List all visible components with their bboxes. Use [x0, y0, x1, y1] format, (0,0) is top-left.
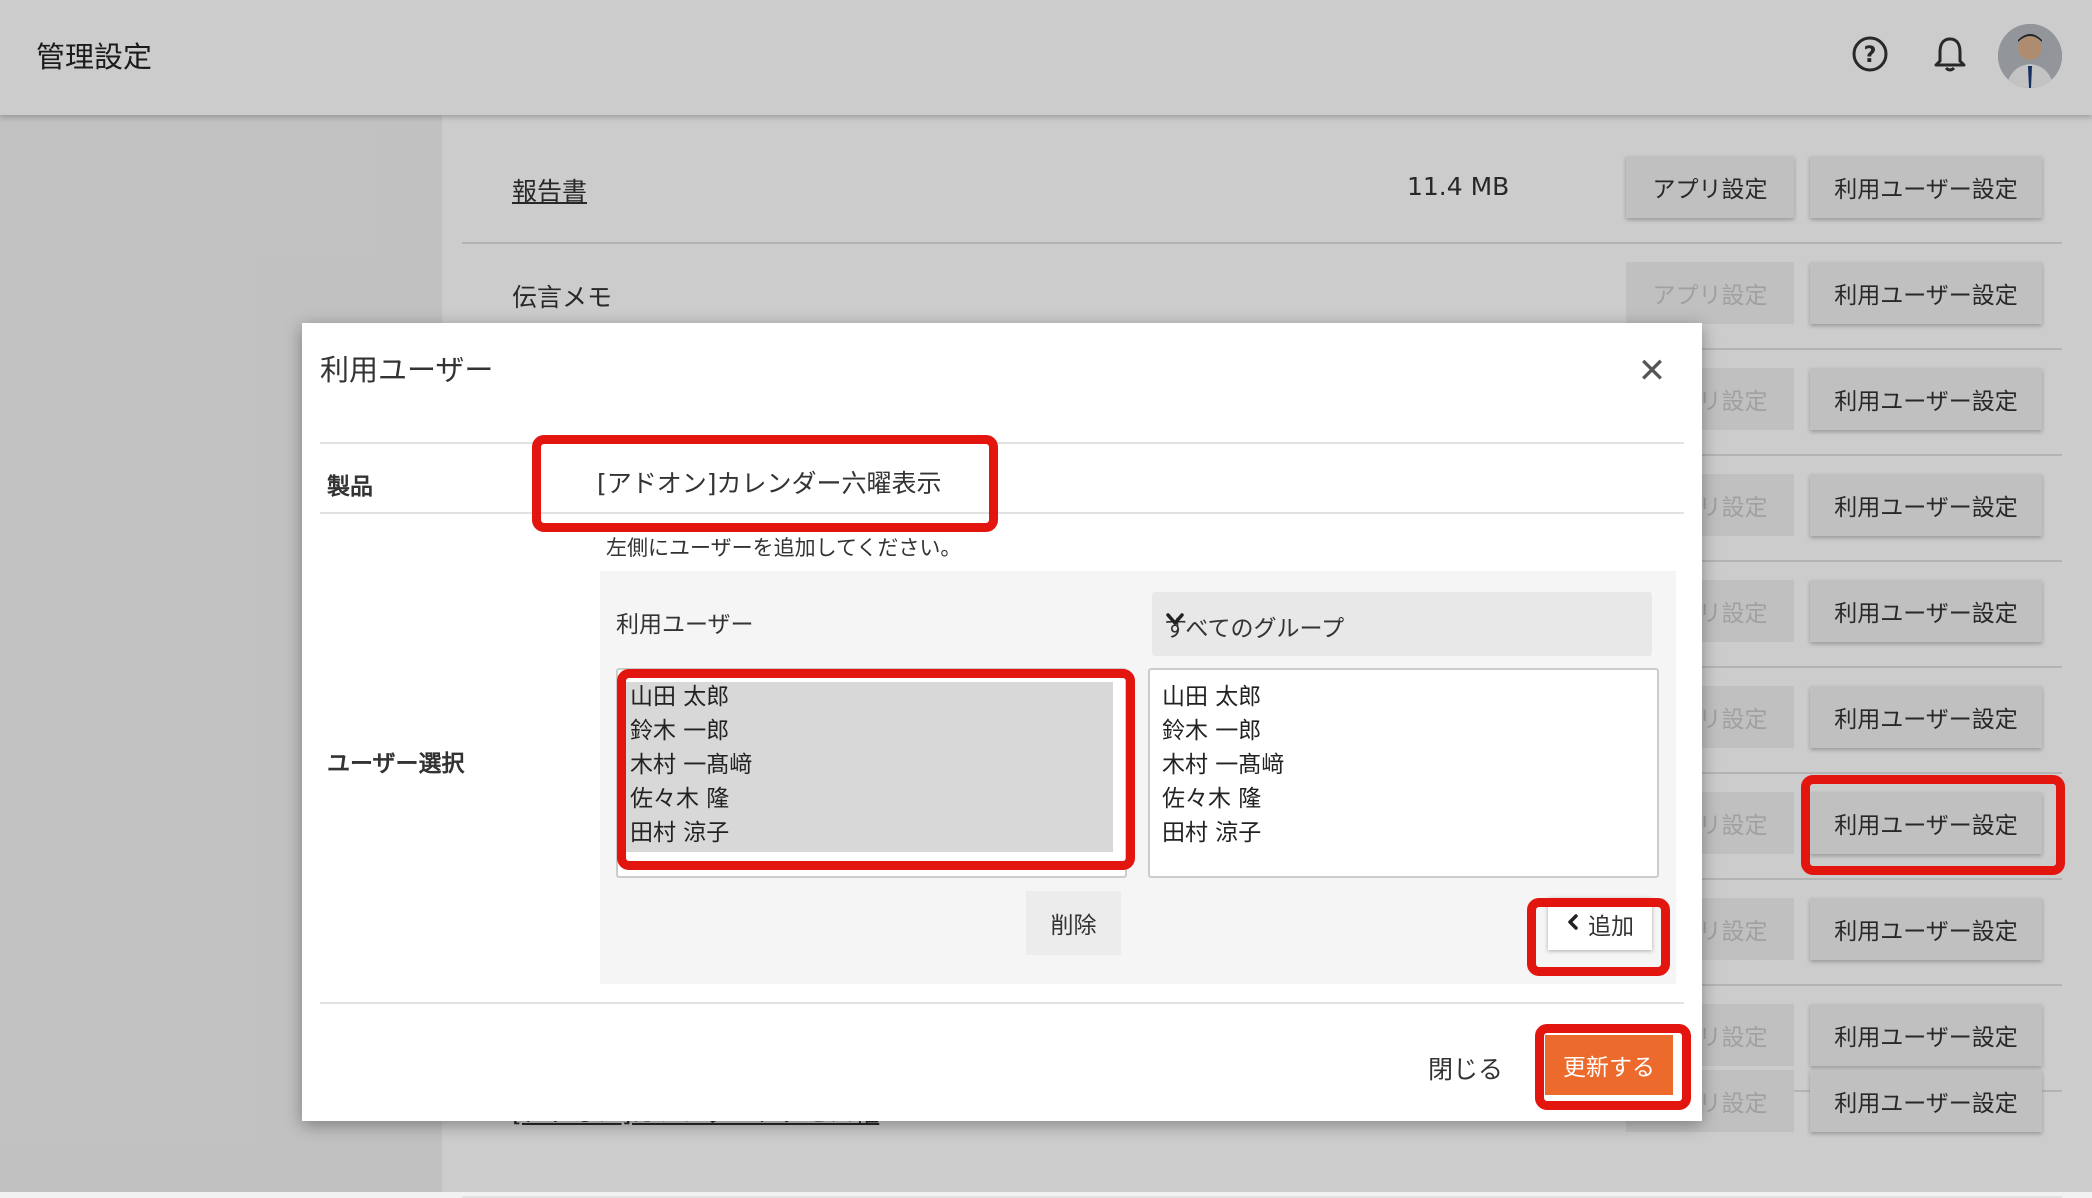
- close-icon[interactable]: ✕: [1632, 351, 1672, 391]
- list-item[interactable]: 木村 一髙﨑: [1162, 748, 1284, 782]
- available-users-list[interactable]: 山田 太郎 鈴木 一郎 木村 一髙﨑 佐々木 隆田村 涼子: [1148, 668, 1659, 878]
- list-item[interactable]: 鈴木 一郎: [1162, 714, 1284, 748]
- highlight-add-button: [1527, 898, 1670, 976]
- close-button[interactable]: 閉じる: [1428, 1050, 1503, 1086]
- highlight-user-settings-button: [1801, 775, 2065, 875]
- hint-text: 左側にユーザーを追加してください。: [606, 536, 962, 560]
- users-label: 利用ユーザー: [616, 612, 754, 638]
- divider: [320, 1002, 1684, 1004]
- list-item[interactable]: 山田 太郎: [1162, 680, 1284, 714]
- user-select-label: ユーザー選択: [327, 751, 465, 777]
- delete-button[interactable]: 削除: [1026, 891, 1121, 955]
- available-users: 山田 太郎 鈴木 一郎 木村 一髙﨑 佐々木 隆田村 涼子: [1162, 680, 1284, 850]
- group-select[interactable]: すべてのグループ: [1152, 592, 1652, 656]
- list-item[interactable]: 田村 涼子: [1162, 816, 1284, 850]
- modal-title: 利用ユーザー: [320, 353, 494, 387]
- product-label: 製品: [327, 474, 373, 500]
- chevron-down-icon: [1164, 608, 1636, 636]
- highlight-product: [532, 435, 998, 532]
- list-item[interactable]: 佐々木 隆: [1162, 782, 1284, 816]
- divider: [320, 512, 1684, 514]
- highlight-update-button: [1535, 1024, 1691, 1110]
- highlight-selected-users: [617, 669, 1135, 870]
- divider: [320, 442, 1684, 444]
